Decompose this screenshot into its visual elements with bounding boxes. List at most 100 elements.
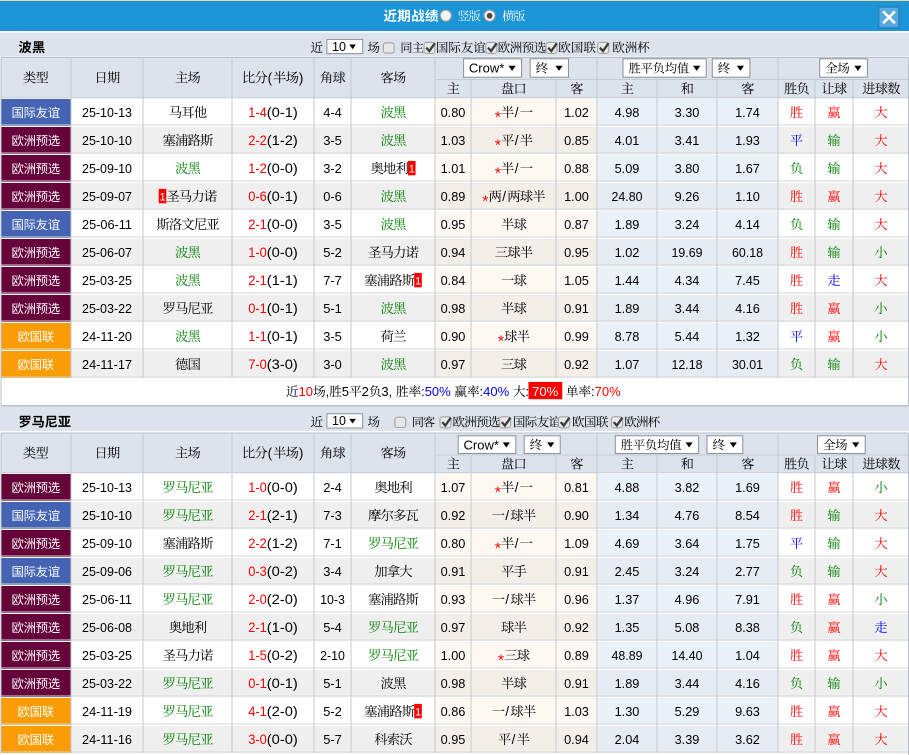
svg-text:4.69: 4.69 <box>615 536 640 551</box>
svg-text:0.95: 0.95 <box>441 217 466 232</box>
svg-text:1.74: 1.74 <box>735 105 760 120</box>
svg-text:25-03-25: 25-03-25 <box>82 648 132 663</box>
svg-text:0.96: 0.96 <box>564 592 589 607</box>
svg-text:1.07: 1.07 <box>615 357 640 372</box>
svg-text:): ) <box>299 446 303 461</box>
svg-text:9.63: 9.63 <box>735 704 760 719</box>
svg-text:24-11-19: 24-11-19 <box>82 704 132 719</box>
svg-text:25-10-10: 25-10-10 <box>82 133 132 148</box>
svg-text:8.54: 8.54 <box>735 508 760 523</box>
svg-text:0.84: 0.84 <box>441 273 466 288</box>
svg-text:(2-0): (2-0) <box>267 704 298 719</box>
svg-text:1-0: 1-0 <box>248 480 267 495</box>
svg-text:7.45: 7.45 <box>735 273 760 288</box>
svg-text:10: 10 <box>332 414 346 428</box>
svg-text:0-3: 0-3 <box>248 564 267 579</box>
svg-text:1.34: 1.34 <box>615 508 640 523</box>
svg-text:25-06-07: 25-06-07 <box>82 245 132 260</box>
svg-text:(0-0): (0-0) <box>267 245 298 260</box>
svg-text:,: , <box>326 384 330 399</box>
svg-text:/: / <box>515 536 519 551</box>
svg-text:25-03-25: 25-03-25 <box>82 273 132 288</box>
svg-text:1.05: 1.05 <box>564 273 589 288</box>
svg-text:(0-0): (0-0) <box>267 480 298 495</box>
svg-text:50%: 50% <box>425 384 451 399</box>
svg-text:3.82: 3.82 <box>675 480 700 495</box>
svg-text:0.90: 0.90 <box>564 508 589 523</box>
svg-text:/: / <box>515 480 519 495</box>
svg-text:/: / <box>505 704 509 719</box>
svg-text:0.93: 0.93 <box>441 592 466 607</box>
svg-text:2-0: 2-0 <box>248 592 267 607</box>
svg-text:0-6: 0-6 <box>248 189 267 204</box>
svg-text:5-1: 5-1 <box>323 301 342 316</box>
svg-text:24-11-16: 24-11-16 <box>82 732 132 747</box>
svg-text:1.00: 1.00 <box>564 189 589 204</box>
svg-text:Crow*: Crow* <box>469 61 504 76</box>
svg-text:0.91: 0.91 <box>564 676 589 691</box>
svg-text:48.89: 48.89 <box>612 648 643 663</box>
svg-text:7-1: 7-1 <box>323 536 342 551</box>
svg-text:4.16: 4.16 <box>735 301 760 316</box>
svg-text:*: * <box>498 333 504 350</box>
svg-text:(1-1): (1-1) <box>267 273 298 288</box>
svg-text:0.94: 0.94 <box>441 245 466 260</box>
svg-text:25-10-13: 25-10-13 <box>82 105 132 120</box>
svg-text:(: ( <box>268 446 273 461</box>
svg-text:3-0: 3-0 <box>323 357 342 372</box>
svg-text:/: / <box>505 508 509 523</box>
svg-text:3.44: 3.44 <box>675 301 700 316</box>
svg-text:4.01: 4.01 <box>615 133 640 148</box>
svg-text:1: 1 <box>415 276 421 288</box>
svg-text:25-03-22: 25-03-22 <box>82 301 132 316</box>
svg-text:(0-0): (0-0) <box>267 732 298 747</box>
svg-text:3-2: 3-2 <box>323 161 342 176</box>
svg-text:1.02: 1.02 <box>615 245 640 260</box>
svg-text:1.35: 1.35 <box>615 620 640 635</box>
svg-text:1.03: 1.03 <box>441 133 466 148</box>
svg-text:1.02: 1.02 <box>564 105 589 120</box>
svg-text:4.88: 4.88 <box>615 480 640 495</box>
svg-text:1-4: 1-4 <box>248 105 267 120</box>
svg-text:5.09: 5.09 <box>615 161 640 176</box>
svg-text:10: 10 <box>332 40 346 54</box>
svg-text:10: 10 <box>299 384 313 399</box>
svg-text:25-10-10: 25-10-10 <box>82 508 132 523</box>
svg-text:(1-2): (1-2) <box>267 133 298 148</box>
svg-text:25-06-08: 25-06-08 <box>82 620 132 635</box>
svg-text:4-4: 4-4 <box>323 105 342 120</box>
svg-text:1.00: 1.00 <box>441 648 466 663</box>
svg-text:2-2: 2-2 <box>248 133 267 148</box>
svg-text:(0-1): (0-1) <box>267 676 298 691</box>
svg-text:2-1: 2-1 <box>248 620 267 635</box>
svg-text:(0-1): (0-1) <box>267 329 298 344</box>
svg-text:0.97: 0.97 <box>441 620 466 635</box>
svg-text:(0-1): (0-1) <box>267 189 298 204</box>
svg-text:Crow*: Crow* <box>464 437 499 452</box>
svg-text:0.91: 0.91 <box>564 301 589 316</box>
svg-text:25-09-06: 25-09-06 <box>82 564 132 579</box>
svg-text:(3-0): (3-0) <box>267 357 298 372</box>
svg-text:2-4: 2-4 <box>323 480 342 495</box>
svg-text:2-1: 2-1 <box>248 217 267 232</box>
svg-text:24.80: 24.80 <box>612 189 643 204</box>
svg-text:1.04: 1.04 <box>735 648 760 663</box>
svg-text:1-5: 1-5 <box>248 648 267 663</box>
svg-text:): ) <box>299 70 303 85</box>
svg-text:1.30: 1.30 <box>615 704 640 719</box>
svg-text:/: / <box>502 189 506 204</box>
svg-text:3.39: 3.39 <box>675 732 700 747</box>
svg-text:8.38: 8.38 <box>735 620 760 635</box>
svg-text:5-2: 5-2 <box>323 245 342 260</box>
svg-text:1.44: 1.44 <box>615 273 640 288</box>
svg-text:1.10: 1.10 <box>735 189 760 204</box>
svg-text:(0-2): (0-2) <box>267 564 298 579</box>
svg-text:5-1: 5-1 <box>323 676 342 691</box>
svg-text:1.07: 1.07 <box>441 480 466 495</box>
svg-text:5.08: 5.08 <box>675 620 700 635</box>
svg-text:10-3: 10-3 <box>320 592 345 607</box>
svg-text:2.45: 2.45 <box>615 564 640 579</box>
svg-text:3,: 3, <box>381 384 392 399</box>
svg-text:5: 5 <box>342 384 349 399</box>
svg-text:1.75: 1.75 <box>735 536 760 551</box>
